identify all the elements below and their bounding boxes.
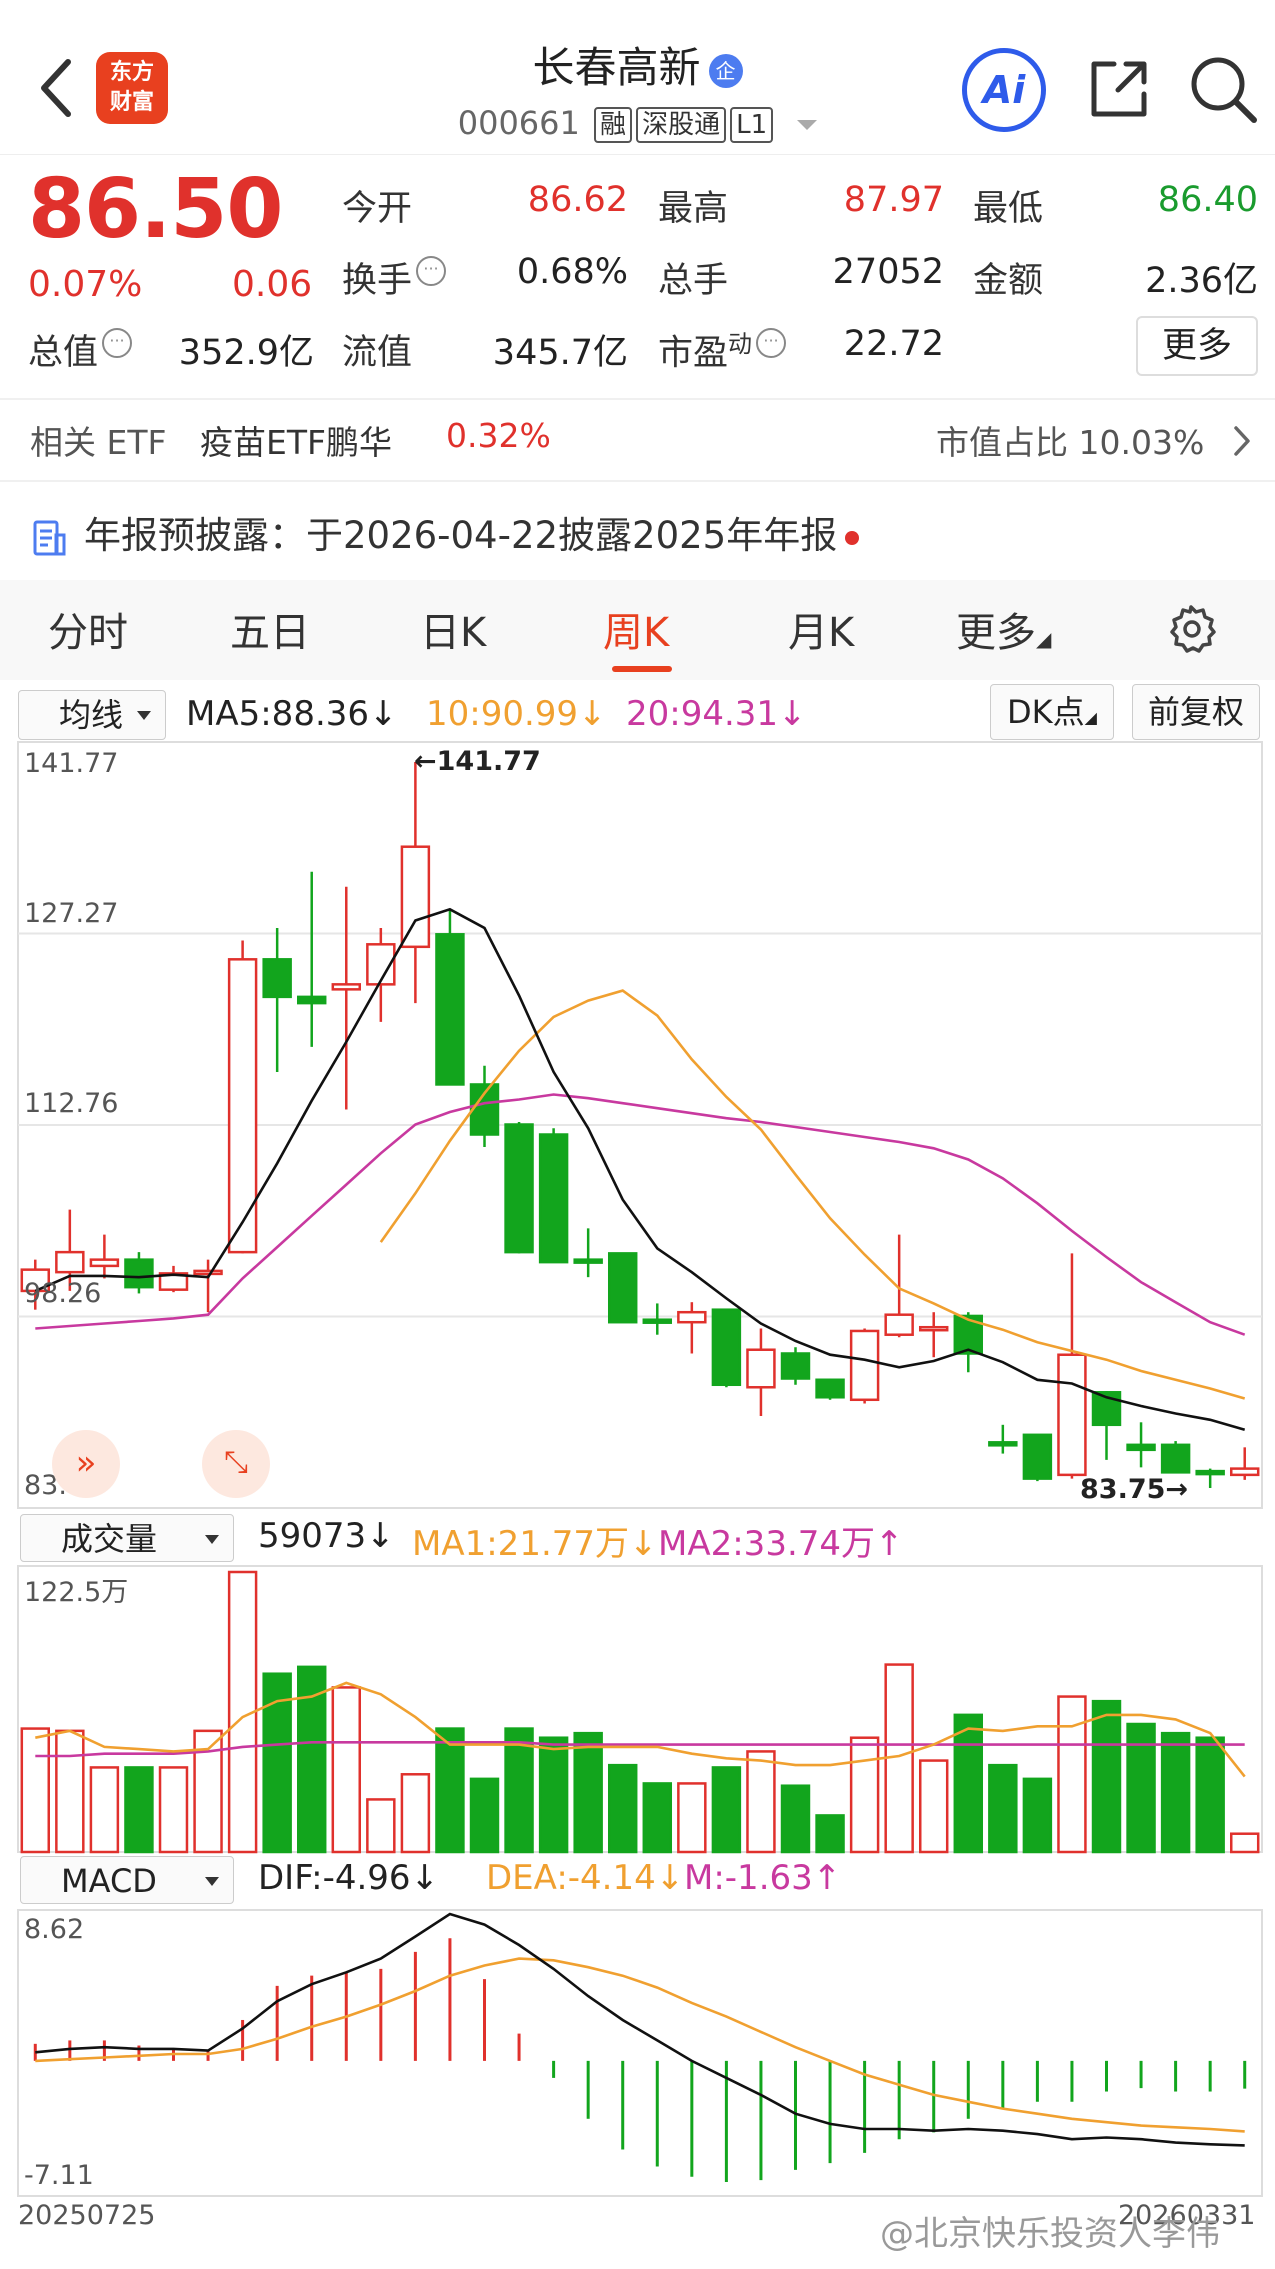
volume-bar: [1195, 1736, 1225, 1854]
volume-bar: [815, 1814, 845, 1854]
volume-bar: [1160, 1731, 1191, 1854]
candle-body: [193, 1269, 223, 1276]
candle-body: [124, 1258, 154, 1289]
expand-icon[interactable]: ⤡: [202, 1430, 270, 1498]
volume-bar: [677, 1782, 707, 1854]
candle-body: [1022, 1433, 1053, 1480]
candle-body: [504, 1123, 534, 1254]
macd-tick-min: -7.11: [24, 2160, 94, 2191]
candle-body: [55, 1250, 85, 1274]
candle-body: [815, 1378, 845, 1399]
kline-chart[interactable]: [0, 0, 1275, 2269]
candle-body: [918, 1325, 949, 1332]
volume-bar: [20, 1727, 51, 1854]
candle-body: [849, 1329, 880, 1402]
volume-bar: [780, 1784, 811, 1854]
volume-bar: [538, 1736, 569, 1854]
candle-body: [1057, 1353, 1087, 1477]
volume-bar: [573, 1731, 603, 1854]
candle-body: [746, 1348, 776, 1389]
volume-tick-max: 122.5万: [24, 1577, 129, 1608]
volume-bar: [400, 1773, 431, 1854]
candle-body: [296, 995, 327, 1005]
volume-bar: [1022, 1777, 1053, 1854]
volume-bar: [849, 1736, 880, 1854]
candle-body: [642, 1318, 673, 1324]
candle-body: [884, 1313, 914, 1336]
volume-bar: [607, 1763, 638, 1854]
candle-body: [1229, 1467, 1260, 1477]
candle-body: [262, 958, 292, 999]
volume-bar: [918, 1759, 949, 1854]
volume-bar: [55, 1729, 85, 1854]
dif-line: [35, 1912, 1245, 2147]
volume-bar: [711, 1766, 742, 1854]
volume-bar: [124, 1766, 154, 1854]
watermark: @北京快乐投资人李伟: [880, 2214, 1220, 2254]
candle-body: [988, 1441, 1018, 1447]
candle-body: [780, 1352, 811, 1380]
fast-forward-icon[interactable]: »: [52, 1430, 120, 1498]
candle-body: [400, 845, 431, 949]
volume-bar: [158, 1766, 189, 1854]
candle-body: [677, 1310, 707, 1324]
candle-body: [538, 1133, 569, 1264]
price-tick-3: 112.76: [24, 1088, 119, 1119]
volume-bar: [366, 1798, 396, 1854]
candle-body: [573, 1258, 603, 1264]
candle-body: [89, 1258, 120, 1268]
ma5-line: [34, 907, 1246, 1432]
price-tick-4: 98.26: [24, 1278, 102, 1309]
volume-bar: [642, 1782, 673, 1854]
volume-bar: [953, 1713, 984, 1854]
x-axis-start-date: 20250725: [18, 2200, 156, 2231]
volume-bar: [1091, 1699, 1122, 1854]
volume-bar: [988, 1763, 1018, 1854]
candle-body: [1160, 1443, 1191, 1474]
volume-bar: [296, 1665, 327, 1854]
candle-body: [1195, 1469, 1225, 1476]
candle-body: [331, 983, 362, 991]
candle-body: [711, 1308, 742, 1387]
price-tick-max: 141.77: [24, 748, 119, 779]
volume-bar: [89, 1766, 120, 1854]
ma20-line: [35, 1093, 1246, 1336]
price-tick-2: 127.27: [24, 898, 119, 929]
volume-bar: [1057, 1695, 1087, 1854]
candle-body: [1126, 1443, 1156, 1452]
volume-bar: [469, 1777, 500, 1854]
low-marker: 83.75→: [1080, 1474, 1189, 1505]
volume-bar: [1126, 1722, 1156, 1854]
candle-body: [435, 933, 465, 1086]
candle-body: [607, 1252, 638, 1324]
high-marker: ←141.77: [414, 746, 541, 777]
volume-bar: [331, 1686, 362, 1854]
volume-bar: [1229, 1832, 1260, 1854]
volume-bar: [746, 1750, 776, 1854]
macd-tick-max: 8.62: [24, 1914, 85, 1945]
volume-bar: [435, 1727, 465, 1854]
